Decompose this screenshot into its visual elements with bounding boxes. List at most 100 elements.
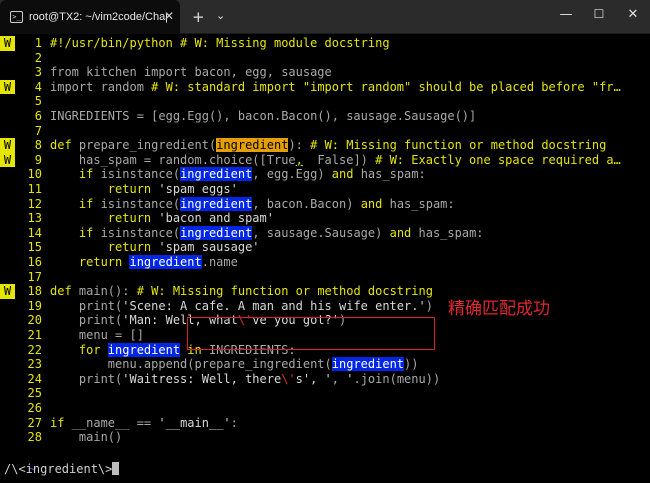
code-line[interactable]: 13 return 'bacon and spam' [0,211,274,226]
title-bar: >_ root@TX2: ~/vim2code/Chapt ✕ + ⌄ — ☐ … [0,0,650,34]
minimize-button[interactable]: — [556,7,576,22]
line-number: 21 [27,328,42,342]
code-line[interactable]: 16 return ingredient.name [0,255,238,270]
code-line[interactable]: W 8 def prepare_ingredient(ingredient): # … [0,138,606,153]
code-text: print('Scene: A cafe. A man and his wife… [42,299,433,314]
sign-column [0,51,15,66]
code-text: #!/usr/bin/python # W: Missing module do… [42,36,390,51]
code-line[interactable]: 5 [0,94,50,109]
sign-column [0,372,15,387]
code-token: # W: Missing function or method docstrin… [136,284,433,299]
close-window-button[interactable]: ✕ [623,7,643,22]
code-line[interactable]: 10 if isinstance(ingredient, egg.Egg) an… [0,167,426,182]
search-match: ingredient [180,225,253,240]
code-text: def prepare_ingredient(ingredient): # W:… [42,138,606,153]
code-token: .join(menu)) [353,371,441,386]
line-number: 2 [34,50,42,65]
sign-column [0,386,15,401]
line-number: 5 [34,94,42,109]
tab-title: root@TX2: ~/vim2code/Chapt [29,11,167,23]
code-token: 'spam sausage' [158,240,260,255]
search-match: ingredient [331,357,405,372]
code-line[interactable]: 24 print('Waitress: Well, there\'s', ', … [0,371,441,387]
code-token: , egg.Egg) [252,167,332,182]
code-token: # W: standard import "import random" sho… [151,79,621,94]
code-token: ): [288,138,311,153]
line-number: 11 [27,182,42,196]
sign-column [0,211,15,226]
code-text: main() [42,430,122,445]
sign-column [0,124,15,139]
new-tab-button[interactable]: + [192,8,205,26]
warning-sign: W [0,138,15,153]
sign-column [0,299,15,314]
code-token: '__main__' [158,415,231,430]
sign-column [0,401,15,416]
code-line[interactable]: W 9 has_spam = random.choice([True, False… [0,152,621,168]
code-line[interactable]: 11 return 'spam eggs' [0,182,238,197]
line-number: 1 [34,36,42,50]
code-line[interactable]: 3 from kitchen import bacon, egg, sausage [0,65,332,80]
code-token: for [50,342,108,357]
code-line[interactable]: 27 if __name__ == '__main__': [0,416,238,431]
sign-column [0,182,15,197]
code-line[interactable]: 23 menu.append(prepare_ingredient(ingred… [0,357,418,372]
maximize-button[interactable]: ☐ [589,7,609,21]
sign-column [0,226,15,241]
code-line[interactable]: 26 [0,401,50,416]
warning-sign: W [0,36,15,51]
code-line[interactable]: 19 print('Scene: A cafe. A man and his w… [0,299,433,314]
code-text: from kitchen import bacon, egg, sausage [42,65,332,80]
code-text: menu.append(prepare_ingredient(ingredien… [42,357,418,372]
code-text: return 'spam eggs' [42,182,238,197]
code-line[interactable]: 21 menu = [] [0,328,144,343]
code-text: if isinstance(ingredient, sausage.Sausag… [42,225,484,241]
line-number: 13 [27,211,42,226]
code-line[interactable]: 12 if isinstance(ingredient, bacon.Bacon… [0,196,455,212]
close-tab-icon[interactable]: ✕ [164,9,174,23]
line-number: 7 [34,123,42,138]
code-token: menu.append(prepare_ingredient( [50,357,332,372]
code-line[interactable]: 6 INGREDIENTS = [egg.Egg(), bacon.Bacon()… [0,109,477,124]
code-line[interactable]: 15 return 'spam sausage' [0,240,260,255]
line-number: 20 [27,313,42,328]
code-line[interactable]: 17 [0,270,50,285]
code-line[interactable]: 28 main() [0,430,123,445]
code-token: and [331,167,354,182]
code-line[interactable]: 2 [0,51,50,66]
command-line[interactable]: /\<ingredient\> [4,462,120,476]
code-token: if [50,196,101,211]
code-line[interactable]: 7 [0,124,50,139]
code-token: #!/usr/bin/python # W: Missing module do… [50,36,390,50]
code-token: import random [50,79,152,94]
sign-column [0,109,15,124]
annotation-text: 精确匹配成功 [448,299,550,319]
vim-editor[interactable]: W 1 #!/usr/bin/python # W: Missing module … [0,34,650,483]
tab-dropdown-icon[interactable]: ⌄ [216,9,225,22]
code-token: False]) [302,152,376,167]
code-line[interactable]: W 4 import random # W: standard import "im… [0,79,621,95]
terminal-tab[interactable]: >_ root@TX2: ~/vim2code/Chapt ✕ [0,0,180,34]
code-token: print( [50,298,123,313]
search-match: ingredient [107,342,181,357]
sign-column [0,343,15,358]
code-line[interactable]: W 18 def main(): # W: Missing function or … [0,284,433,299]
code-token: main() [50,430,123,445]
code-token: INGREDIENTS = [egg.Egg(), bacon.Bacon(),… [50,109,477,123]
code-line[interactable]: 25 [0,386,50,401]
line-number: 16 [27,255,42,269]
code-line[interactable]: W 1 #!/usr/bin/python # W: Missing module … [0,36,390,51]
code-token: , sausage.Sausage) [252,225,390,240]
line-number: 14 [27,225,42,240]
sign-column [0,416,15,431]
code-text: if isinstance(ingredient, egg.Egg) and h… [42,167,426,182]
code-text: if isinstance(ingredient, bacon.Bacon) a… [42,196,455,212]
warning-sign: W [0,79,15,95]
code-token: __name__ == [71,415,159,430]
line-number: 28 [27,430,42,445]
code-line[interactable]: 14 if isinstance(ingredient, sausage.Sau… [0,225,484,241]
code-token: print( [50,313,123,328]
code-token: if [50,225,101,240]
code-text: def main(): # W: Missing function or met… [42,284,433,299]
sign-column [0,357,15,372]
